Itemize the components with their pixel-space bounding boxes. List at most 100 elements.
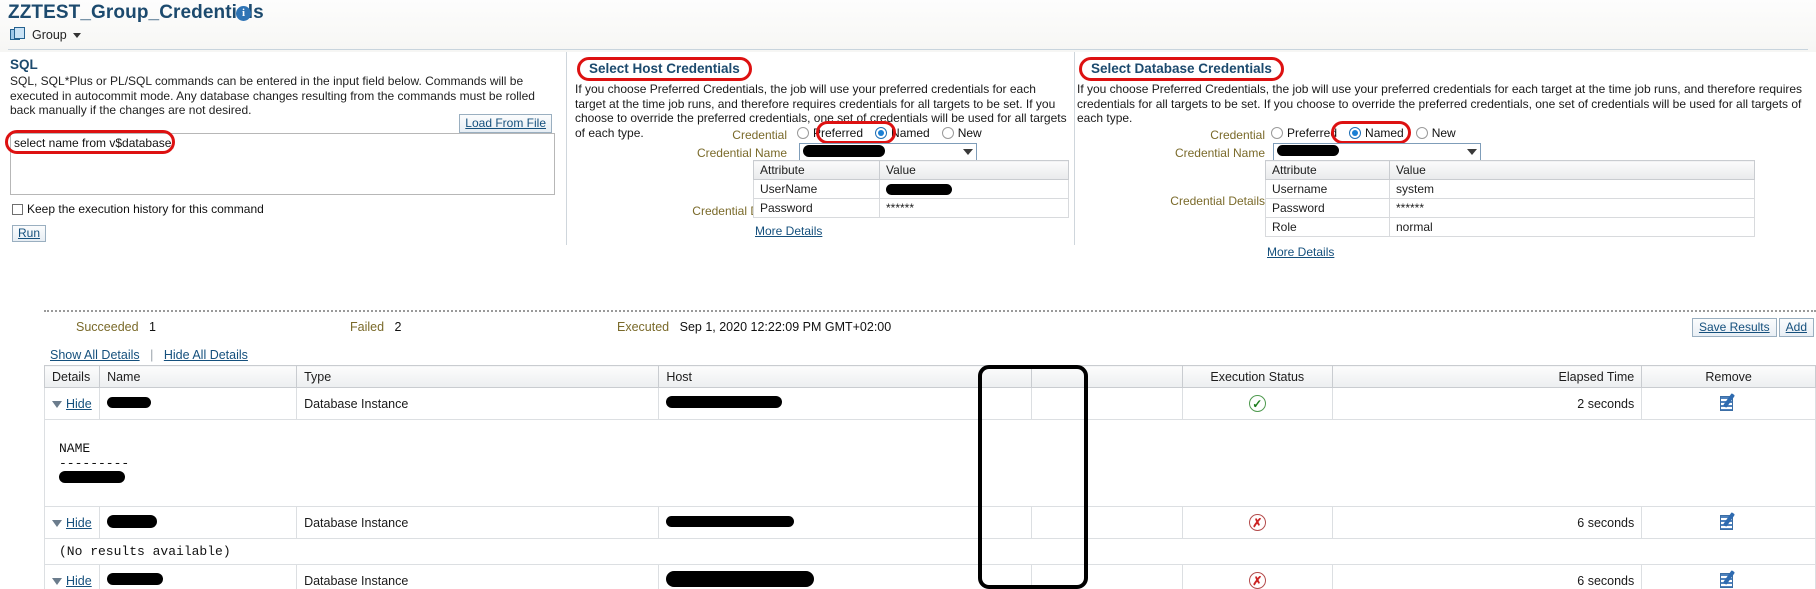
db-password-value: ****** — [1389, 198, 1755, 218]
sql-section-title: SQL — [10, 57, 38, 72]
db-more-details-link[interactable]: More Details — [1267, 245, 1334, 259]
host-username-attr: UserName — [753, 179, 880, 199]
host-password-attr: Password — [753, 198, 880, 218]
row2-remove[interactable] — [1641, 506, 1816, 539]
row1-remove[interactable] — [1641, 387, 1816, 420]
host-credential-preferred-radio[interactable] — [797, 127, 809, 139]
triangle-down-icon — [52, 519, 62, 527]
row1-detail-redaction — [59, 471, 125, 483]
hide-all-details-link[interactable]: Hide All Details — [164, 348, 248, 362]
table-header-row: Attribute Value — [753, 160, 1069, 180]
row2-detail-output-row: (No results available) — [44, 538, 1816, 565]
db-credential-preferred-radio[interactable] — [1271, 127, 1283, 139]
executed-timestamp: Sep 1, 2020 12:22:09 PM GMT+02:00 — [679, 320, 892, 334]
row3-elapsed: 6 seconds — [1332, 564, 1643, 589]
keep-history-checkbox[interactable] — [12, 204, 23, 215]
host-credential-preferred-label: Preferred — [813, 126, 864, 140]
host-credential-radio-group[interactable]: Preferred Named New — [797, 126, 990, 140]
row2-detail-output: (No results available) — [44, 538, 1816, 565]
row2-spacer — [1031, 506, 1183, 539]
triangle-down-icon — [52, 400, 62, 408]
db-credential-new-radio[interactable] — [1415, 127, 1428, 139]
db-username-value: system — [1389, 179, 1755, 199]
sql-panel: SQL SQL, SQL*Plus or PL/SQL commands can… — [0, 52, 566, 245]
row3-details-toggle[interactable]: Hide — [43, 564, 101, 589]
row2-type: Database Instance — [296, 506, 660, 539]
host-credentials-panel: Select Host Credentials If you choose Pr… — [566, 52, 1074, 245]
db-credential-radio-group[interactable]: Preferred Named New — [1271, 126, 1464, 140]
row3-execution-status: ✗ — [1182, 564, 1333, 589]
table-row: Username system — [1265, 179, 1755, 199]
col-remove[interactable]: Remove — [1641, 365, 1816, 388]
row2-name — [99, 506, 298, 539]
col-type[interactable]: Type — [296, 365, 660, 388]
row1-name-redaction — [107, 396, 152, 408]
info-icon[interactable]: i — [236, 6, 251, 21]
row1-details-toggle[interactable]: Hide — [43, 387, 101, 420]
row1-detail-output: NAME --------- — [44, 419, 1816, 507]
db-value-header: Value — [1389, 160, 1755, 180]
add-button[interactable]: Add — [1778, 318, 1814, 337]
col-host[interactable]: Host — [658, 365, 1033, 388]
host-credential-new-radio[interactable] — [941, 127, 954, 139]
save-results-button[interactable]: Save Results — [1691, 318, 1777, 337]
host-username-redaction — [886, 184, 952, 196]
target-type-selector[interactable]: Group — [10, 26, 81, 44]
row3-host — [658, 564, 1033, 589]
row3-name — [99, 564, 298, 589]
row1-detail-output-row: NAME --------- — [44, 419, 1816, 507]
col-name[interactable]: Name — [99, 365, 298, 388]
error-circle-icon: ✗ — [1248, 514, 1266, 531]
table-row: UserName — [753, 179, 1069, 199]
chevron-down-icon — [963, 149, 973, 155]
host-credential-named-label: Named — [891, 126, 930, 140]
host-more-details-link[interactable]: More Details — [755, 224, 822, 238]
keep-history-row[interactable]: Keep the execution history for this comm… — [12, 202, 264, 216]
edit-pencil-icon[interactable] — [1719, 569, 1738, 589]
host-credential-named-radio[interactable] — [875, 127, 888, 139]
db-credential-named-label: Named — [1365, 126, 1404, 140]
succeeded-count: 1 — [149, 320, 156, 334]
db-role-value: normal — [1389, 217, 1755, 237]
row3-hide-link[interactable]: Hide — [66, 574, 92, 588]
error-circle-icon: ✗ — [1248, 572, 1266, 589]
succeeded-label: Succeeded — [76, 320, 139, 334]
row3-remove[interactable] — [1641, 564, 1816, 589]
run-button[interactable]: Run — [12, 225, 47, 242]
edit-pencil-icon[interactable] — [1719, 511, 1738, 531]
database-credentials-description: If you choose Preferred Credentials, the… — [1077, 82, 1803, 126]
show-all-details-link[interactable]: Show All Details — [50, 348, 140, 362]
db-attr-header: Attribute — [1265, 160, 1390, 180]
db-credential-details-table: Attribute Value Username system Password… — [1265, 160, 1755, 237]
row3-type: Database Instance — [296, 564, 660, 589]
details-links-row: Show All Details | Hide All Details — [50, 348, 248, 362]
chevron-down-icon[interactable] — [72, 32, 81, 38]
table-row: Password ****** — [753, 198, 1069, 218]
links-divider: | — [150, 348, 154, 362]
host-credentials-title: Select Host Credentials — [577, 57, 752, 81]
row2-hide-link[interactable]: Hide — [66, 516, 92, 530]
triangle-down-icon — [52, 577, 62, 585]
table-row: Hide Database Instance ✗ 6 seconds — [43, 564, 1816, 589]
host-attr-header: Attribute — [753, 160, 880, 180]
results-divider — [44, 310, 1816, 312]
row3-host-redaction — [666, 571, 815, 587]
succeeded-summary: Succeeded 1 — [76, 320, 156, 334]
row1-type: Database Instance — [296, 387, 660, 420]
row1-spacer — [1031, 387, 1183, 420]
edit-pencil-icon[interactable] — [1719, 392, 1738, 412]
row1-hide-link[interactable]: Hide — [66, 397, 92, 411]
col-details[interactable]: Details — [43, 365, 101, 388]
db-credential-named-radio[interactable] — [1349, 127, 1362, 139]
table-header-row: Details Name Type Host Execution Status … — [43, 365, 1816, 388]
db-username-attr: Username — [1265, 179, 1390, 199]
db-credential-name-redaction — [1277, 145, 1339, 156]
sql-input[interactable] — [10, 133, 555, 195]
col-execution-status[interactable]: Execution Status — [1182, 365, 1333, 388]
host-credentials-title-wrap: Select Host Credentials — [577, 57, 752, 81]
keep-history-label: Keep the execution history for this comm… — [27, 202, 264, 216]
row2-details-toggle[interactable]: Hide — [43, 506, 101, 539]
load-from-file-button[interactable]: Load From File — [459, 114, 552, 133]
row1-detail-text: NAME --------- — [59, 441, 130, 471]
col-elapsed-time[interactable]: Elapsed Time — [1332, 365, 1643, 388]
